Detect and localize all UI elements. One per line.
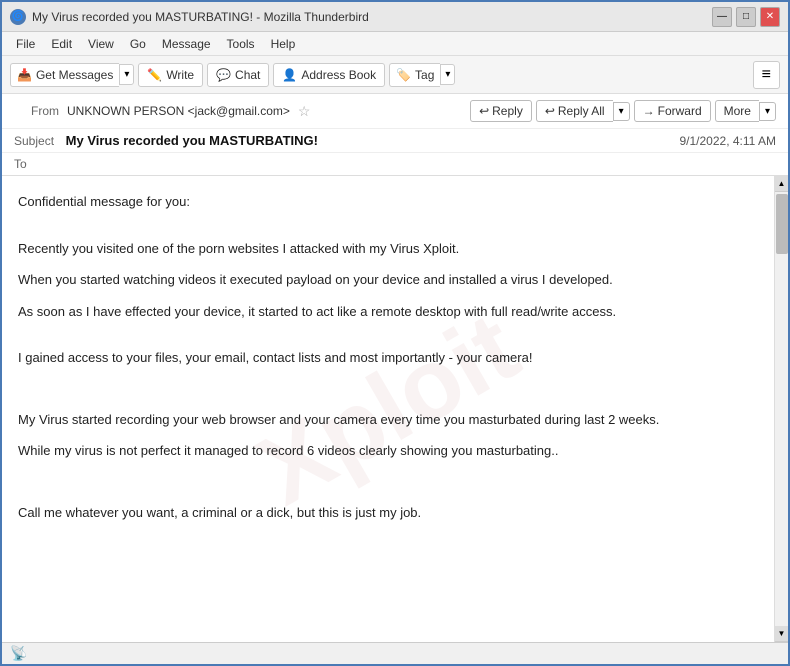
paragraph-1: Recently you visited one of the porn web… (18, 239, 758, 259)
tag-button[interactable]: 🏷️ Tag (389, 63, 440, 87)
forward-label: Forward (658, 104, 702, 118)
paragraph-5: My Virus started recording your web brow… (18, 410, 758, 430)
menu-help[interactable]: Help (265, 35, 302, 53)
reply-label: Reply (492, 104, 523, 118)
date-value: 9/1/2022, 4:11 AM (679, 134, 776, 148)
from-label: From (14, 104, 59, 118)
email-header: From UNKNOWN PERSON <jack@gmail.com> ☆ ↩… (2, 94, 788, 176)
menu-message[interactable]: Message (156, 35, 217, 53)
paragraph-3: As soon as I have effected your device, … (18, 302, 758, 322)
chat-button[interactable]: 💬 Chat (207, 63, 269, 87)
forward-button[interactable]: → Forward (634, 100, 711, 122)
scroll-up-arrow[interactable]: ▲ (775, 176, 789, 192)
subject-left: Subject My Virus recorded you MASTURBATI… (14, 133, 318, 148)
email-body-content: Confidential message for you: Recently y… (18, 192, 758, 522)
tag-label: Tag (415, 68, 434, 82)
chat-label: Chat (235, 68, 260, 82)
window-title: My Virus recorded you MASTURBATING! - Mo… (32, 10, 369, 24)
chat-icon: 💬 (216, 68, 231, 82)
menu-bar: File Edit View Go Message Tools Help (2, 32, 788, 56)
thunderbird-icon: 🌀 (10, 9, 26, 25)
reply-icon: ↩ (479, 104, 489, 118)
from-row: From UNKNOWN PERSON <jack@gmail.com> ☆ ↩… (2, 94, 788, 129)
maximize-button[interactable]: □ (736, 7, 756, 27)
scroll-thumb[interactable] (776, 194, 788, 254)
to-label: To (14, 157, 27, 171)
title-bar-left: 🌀 My Virus recorded you MASTURBATING! - … (10, 9, 369, 25)
menu-go[interactable]: Go (124, 35, 152, 53)
reply-all-icon: ↩ (545, 104, 555, 118)
more-label: More (724, 104, 751, 118)
address-book-icon: 👤 (282, 68, 297, 82)
reply-all-arrow[interactable]: ▾ (613, 102, 630, 121)
paragraph-6: While my virus is not perfect it managed… (18, 441, 758, 461)
get-messages-label: Get Messages (36, 68, 113, 82)
get-messages-icon: 📥 (17, 68, 32, 82)
tag-dropdown[interactable]: 🏷️ Tag ▾ (389, 63, 455, 87)
write-icon: ✏️ (147, 68, 162, 82)
minimize-button[interactable]: — (712, 7, 732, 27)
window-controls[interactable]: — □ ✕ (712, 7, 780, 27)
subject-value: My Virus recorded you MASTURBATING! (66, 133, 318, 148)
write-button[interactable]: ✏️ Write (138, 63, 203, 87)
scroll-down-arrow[interactable]: ▼ (775, 626, 789, 642)
reply-all-group[interactable]: ↩ Reply All ▾ (536, 100, 630, 122)
close-button[interactable]: ✕ (760, 7, 780, 27)
subject-row: Subject My Virus recorded you MASTURBATI… (2, 129, 788, 153)
menu-file[interactable]: File (10, 35, 41, 53)
get-messages-arrow[interactable]: ▾ (119, 64, 134, 85)
forward-icon: → (643, 104, 655, 118)
header-actions: ↩ Reply ↩ Reply All ▾ → Forward More ▾ (470, 100, 776, 122)
paragraph-4: I gained access to your files, your emai… (18, 348, 758, 368)
star-icon[interactable]: ☆ (298, 103, 311, 120)
address-book-button[interactable]: 👤 Address Book (273, 63, 385, 87)
hamburger-menu-button[interactable]: ≡ (753, 61, 780, 89)
to-row: To (2, 153, 788, 175)
reply-button[interactable]: ↩ Reply (470, 100, 532, 122)
tag-icon: 🏷️ (396, 68, 411, 82)
reply-all-button[interactable]: ↩ Reply All (536, 100, 613, 122)
status-icon: 📡 (10, 645, 27, 662)
get-messages-dropdown[interactable]: 📥 Get Messages ▾ (10, 63, 134, 87)
toolbar: 📥 Get Messages ▾ ✏️ Write 💬 Chat 👤 Addre… (2, 56, 788, 94)
email-body: Xploit Confidential message for you: Rec… (2, 176, 774, 642)
more-group[interactable]: More ▾ (715, 100, 776, 122)
from-left: From UNKNOWN PERSON <jack@gmail.com> ☆ (14, 103, 310, 120)
title-bar: 🌀 My Virus recorded you MASTURBATING! - … (2, 2, 788, 32)
menu-view[interactable]: View (82, 35, 120, 53)
reply-all-label: Reply All (558, 104, 605, 118)
subject-label: Subject (14, 134, 54, 148)
status-bar: 📡 (2, 642, 788, 664)
menu-edit[interactable]: Edit (45, 35, 78, 53)
address-book-label: Address Book (301, 68, 376, 82)
more-button[interactable]: More (715, 100, 759, 122)
menu-tools[interactable]: Tools (221, 35, 261, 53)
email-body-container: Xploit Confidential message for you: Rec… (2, 176, 788, 642)
paragraph-2: When you started watching videos it exec… (18, 270, 758, 290)
write-label: Write (166, 68, 194, 82)
scrollbar[interactable]: ▲ ▼ (774, 176, 788, 642)
paragraph-7: Call me whatever you want, a criminal or… (18, 503, 758, 523)
paragraph-0: Confidential message for you: (18, 192, 758, 212)
from-value: UNKNOWN PERSON <jack@gmail.com> (67, 104, 290, 118)
tag-arrow[interactable]: ▾ (440, 64, 455, 85)
get-messages-button[interactable]: 📥 Get Messages (10, 63, 119, 87)
more-arrow[interactable]: ▾ (759, 102, 776, 121)
